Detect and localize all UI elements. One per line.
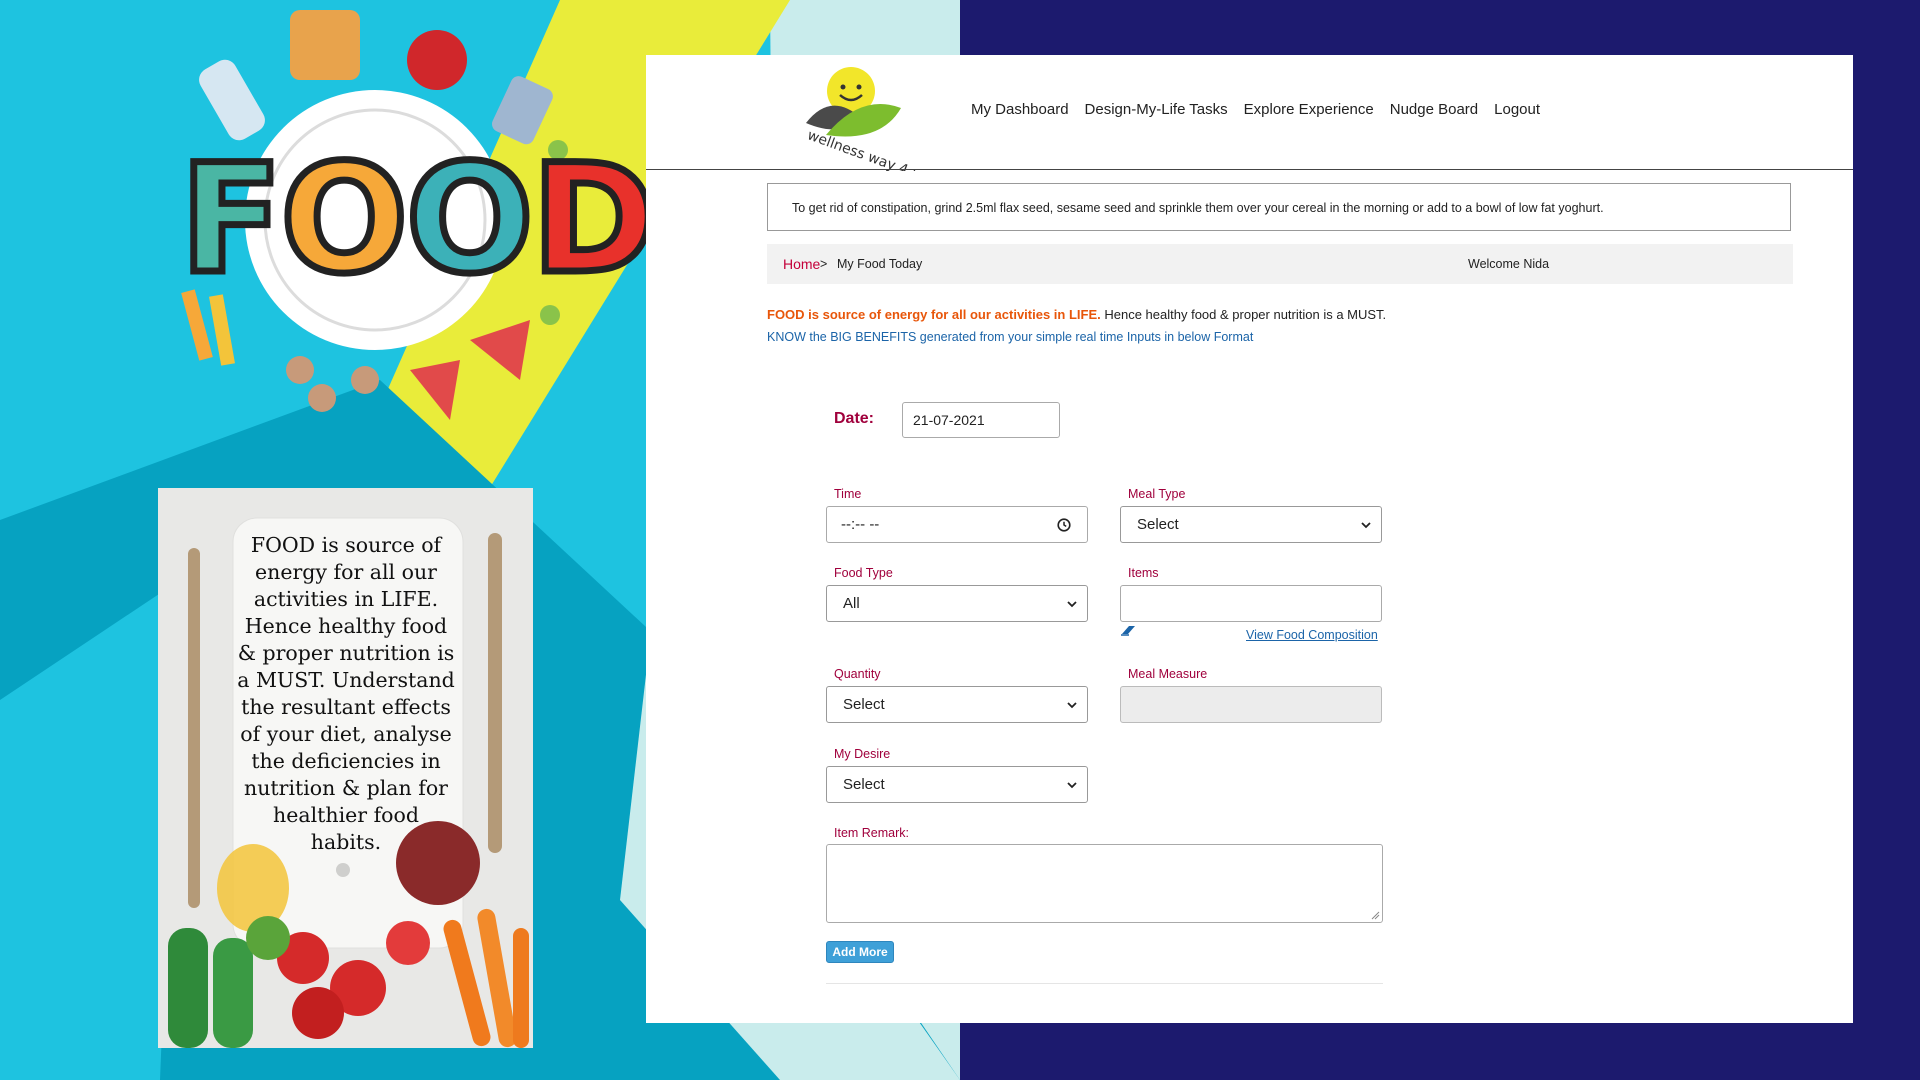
- health-tip: To get rid of constipation, grind 2.5ml …: [767, 183, 1791, 231]
- intro-line-1: FOOD is source of energy for all our act…: [767, 307, 1386, 322]
- food-type-label: Food Type: [834, 566, 893, 580]
- chevron-down-icon: [1067, 781, 1077, 788]
- chevron-down-icon: [1361, 521, 1371, 528]
- meal-measure-field: [1120, 686, 1382, 723]
- food-type-value: All: [843, 595, 860, 612]
- breadcrumb-separator: >: [820, 257, 828, 271]
- clock-icon[interactable]: [1057, 518, 1071, 532]
- nav-my-dashboard[interactable]: My Dashboard: [971, 101, 1069, 118]
- chevron-down-icon: [1067, 600, 1077, 607]
- items-input[interactable]: [1120, 585, 1382, 622]
- main-nav: My Dashboard Design-My-Life Tasks Explor…: [971, 101, 1540, 118]
- add-more-button[interactable]: Add More: [826, 941, 894, 963]
- meal-type-select[interactable]: Select: [1120, 506, 1382, 543]
- my-desire-label: My Desire: [834, 747, 891, 761]
- breadcrumb-home-link[interactable]: Home: [783, 244, 820, 284]
- item-remark-textarea[interactable]: [826, 844, 1383, 923]
- app-window: wellness way 4 u My Dashboard Design-My-…: [646, 55, 1853, 1023]
- quantity-value: Select: [843, 696, 885, 713]
- time-value: --:-- --: [841, 516, 880, 533]
- resize-handle-icon[interactable]: [1370, 910, 1380, 920]
- card-text: FOOD is source of energy for all our act…: [237, 533, 455, 854]
- food-type-select[interactable]: All: [826, 585, 1088, 622]
- nav-nudge-board[interactable]: Nudge Board: [1390, 101, 1478, 118]
- quantity-select[interactable]: Select: [826, 686, 1088, 723]
- intro-rest: Hence healthy food & proper nutrition is…: [1100, 307, 1387, 322]
- food-letter: F: [176, 133, 286, 307]
- time-label: Time: [834, 487, 862, 501]
- meal-type-label: Meal Type: [1128, 487, 1186, 501]
- intro-line-2: KNOW the BIG BENEFITS generated from you…: [767, 330, 1254, 344]
- nav-logout[interactable]: Logout: [1494, 101, 1540, 118]
- food-letter: O: [402, 133, 536, 307]
- header-divider: [646, 169, 1853, 170]
- eraser-icon[interactable]: [1120, 623, 1138, 637]
- welcome-text: Welcome Nida: [1468, 257, 1550, 271]
- date-label: Date:: [834, 410, 875, 427]
- chevron-down-icon: [1067, 701, 1077, 708]
- food-letter: O: [277, 133, 411, 307]
- meal-type-value: Select: [1137, 516, 1179, 533]
- nav-explore-experience[interactable]: Explore Experience: [1244, 101, 1374, 118]
- items-label: Items: [1128, 566, 1159, 580]
- wellness-way-logo: wellness way 4 u: [805, 67, 916, 171]
- quantity-label: Quantity: [834, 667, 881, 681]
- breadcrumb: Home > My Food Today Welcome Nida: [767, 244, 1793, 284]
- date-input[interactable]: 21-07-2021: [902, 402, 1060, 438]
- intro-highlight: FOOD is source of energy for all our act…: [767, 307, 1101, 322]
- my-desire-value: Select: [843, 776, 885, 793]
- time-input[interactable]: --:-- --: [826, 506, 1088, 543]
- item-remark-label: Item Remark:: [834, 826, 910, 840]
- form-divider: [826, 983, 1383, 984]
- meal-measure-label: Meal Measure: [1128, 667, 1208, 681]
- my-desire-select[interactable]: Select: [826, 766, 1088, 803]
- food-letter: D: [528, 133, 659, 307]
- view-food-composition-link[interactable]: View Food Composition: [1246, 628, 1378, 642]
- food-banner-title: F O O D: [176, 133, 659, 307]
- breadcrumb-current: My Food Today: [837, 257, 923, 271]
- info-card: FOOD is source of energy for all our act…: [158, 488, 533, 1048]
- nav-design-my-life-tasks[interactable]: Design-My-Life Tasks: [1085, 101, 1228, 118]
